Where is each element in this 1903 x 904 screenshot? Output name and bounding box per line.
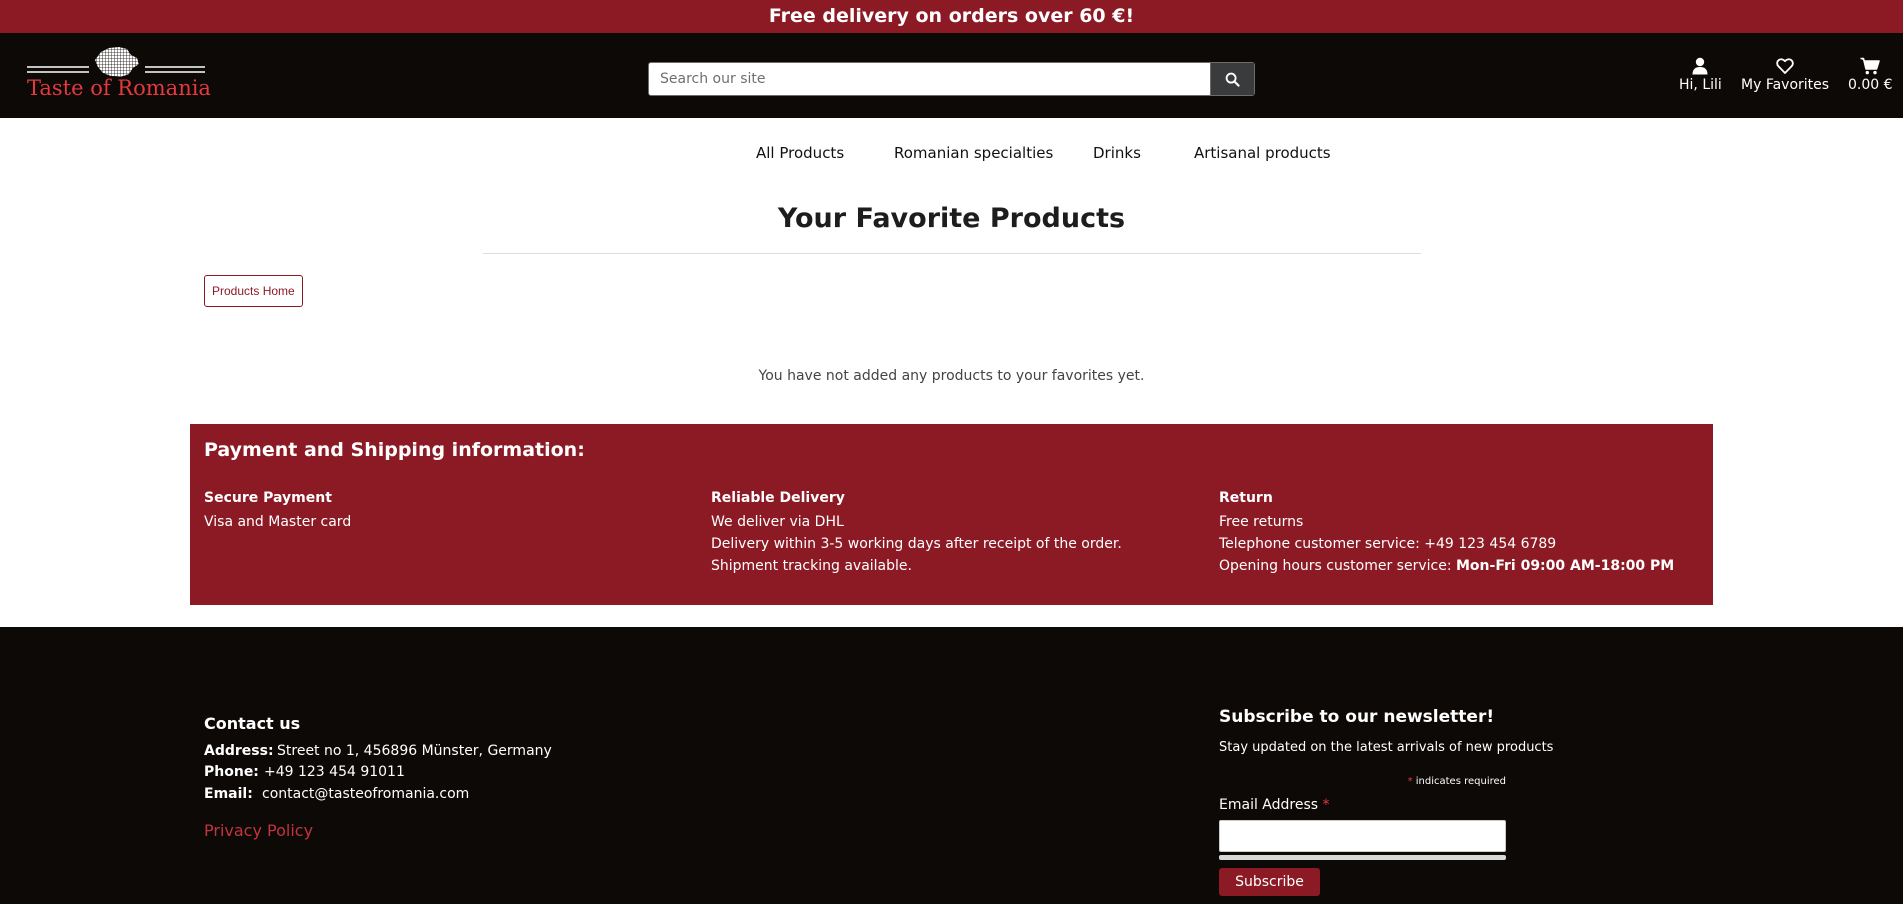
page-title: Your Favorite Products [777,203,1126,234]
favorites-label: My Favorites [1741,77,1830,93]
privacy-policy-link[interactable]: Privacy Policy [204,821,313,840]
phone-value: +49 123 454 91011 [264,764,405,780]
cart-icon [1860,57,1881,75]
site-header: Taste of Romania Hi, Lili My Favorites 0… [0,33,1903,118]
title-divider [483,253,1421,254]
subscribe-button[interactable]: Subscribe [1219,868,1320,896]
opening-hours-label: Opening hours customer service: [1219,558,1452,574]
required-note: * indicates required [1219,776,1506,787]
secure-payment-title: Secure Payment [204,490,332,506]
newsletter-heading: Subscribe to our newsletter! [1219,707,1495,727]
contact-address: Address: Street no 1, 456896 Münster, Ger… [204,743,552,759]
banner-text: Free delivery on orders over 60 €! [768,5,1135,27]
free-delivery-banner: Free delivery on orders over 60 €! [0,0,1903,33]
return-line-1: Free returns [1219,514,1304,530]
newsletter-subtitle: Stay updated on the latest arrivals of n… [1219,740,1554,755]
required-star: * [1407,776,1413,787]
email-value[interactable]: contact@tasteofromania.com [262,786,469,802]
search-input[interactable] [649,63,1209,95]
products-home-button[interactable]: Products Home [204,275,303,307]
delivery-line-1: We deliver via DHL [711,514,844,530]
return-title: Return [1219,490,1273,506]
user-icon [1692,57,1708,75]
return-line-3: Opening hours customer service: Mon-Fri … [1219,555,1674,577]
contact-email: Email: contact@tasteofromania.com [204,786,469,802]
search-bar [648,62,1255,96]
secure-payment-block: Secure Payment Visa and Master card [204,487,351,533]
logo-stripes [27,66,205,73]
account-label: Hi, Lili [1679,77,1722,93]
address-label: Address: [204,743,274,759]
opening-hours-value: Mon-Fri 09:00 AM-18:00 PM [1456,558,1675,574]
secure-payment-text: Visa and Master card [204,514,352,530]
site-logo[interactable]: Taste of Romania [27,46,211,108]
contact-phone: Phone: +49 123 454 91011 [204,764,405,780]
required-note-text: indicates required [1415,776,1506,787]
account-menu[interactable]: Hi, Lili [1679,57,1722,93]
site-footer: Contact us Address: Street no 1, 456896 M… [0,627,1903,904]
info-heading: Payment and Shipping information: [204,439,585,461]
newsletter-input-underline [1219,855,1506,860]
newsletter-email-label: Email Address * [1219,797,1330,813]
return-block: Return Free returns Telephone customer s… [1219,487,1674,577]
payment-shipping-info: Payment and Shipping information: Secure… [190,424,1713,605]
delivery-line-3: Shipment tracking available. [711,558,912,574]
nav-item-all-products[interactable]: All Products [756,144,844,162]
email-required-star: * [1322,797,1330,813]
favorites-link[interactable]: My Favorites [1741,57,1829,93]
newsletter-email-label-text: Email Address [1219,797,1319,813]
search-icon [1225,72,1240,87]
nav-item-artisanal-products[interactable]: Artisanal products [1194,144,1331,162]
empty-favorites-message: You have not added any products to your … [758,368,1145,384]
nav-item-drinks[interactable]: Drinks [1093,144,1141,162]
return-line-2: Telephone customer service: +49 123 454 … [1219,536,1557,552]
address-value: Street no 1, 456896 Münster, Germany [277,743,552,759]
newsletter-email-input[interactable] [1219,820,1506,852]
reliable-delivery-title: Reliable Delivery [711,490,845,506]
contact-heading: Contact us [204,714,301,733]
search-button[interactable] [1210,63,1254,95]
email-label: Email: [204,786,253,802]
phone-label: Phone: [204,764,259,780]
main-nav: All Products Romanian specialties Drinks… [0,118,1903,188]
cart-total: 0.00 € [1848,77,1893,93]
heart-icon [1776,58,1794,74]
nav-item-romanian-specialties[interactable]: Romanian specialties [894,144,1053,162]
reliable-delivery-block: Reliable Delivery We deliver via DHL Del… [711,487,1122,577]
logo-text: Taste of Romania [27,76,211,100]
cart-link[interactable]: 0.00 € [1848,57,1893,93]
delivery-line-2: Delivery within 3-5 working days after r… [711,536,1122,552]
